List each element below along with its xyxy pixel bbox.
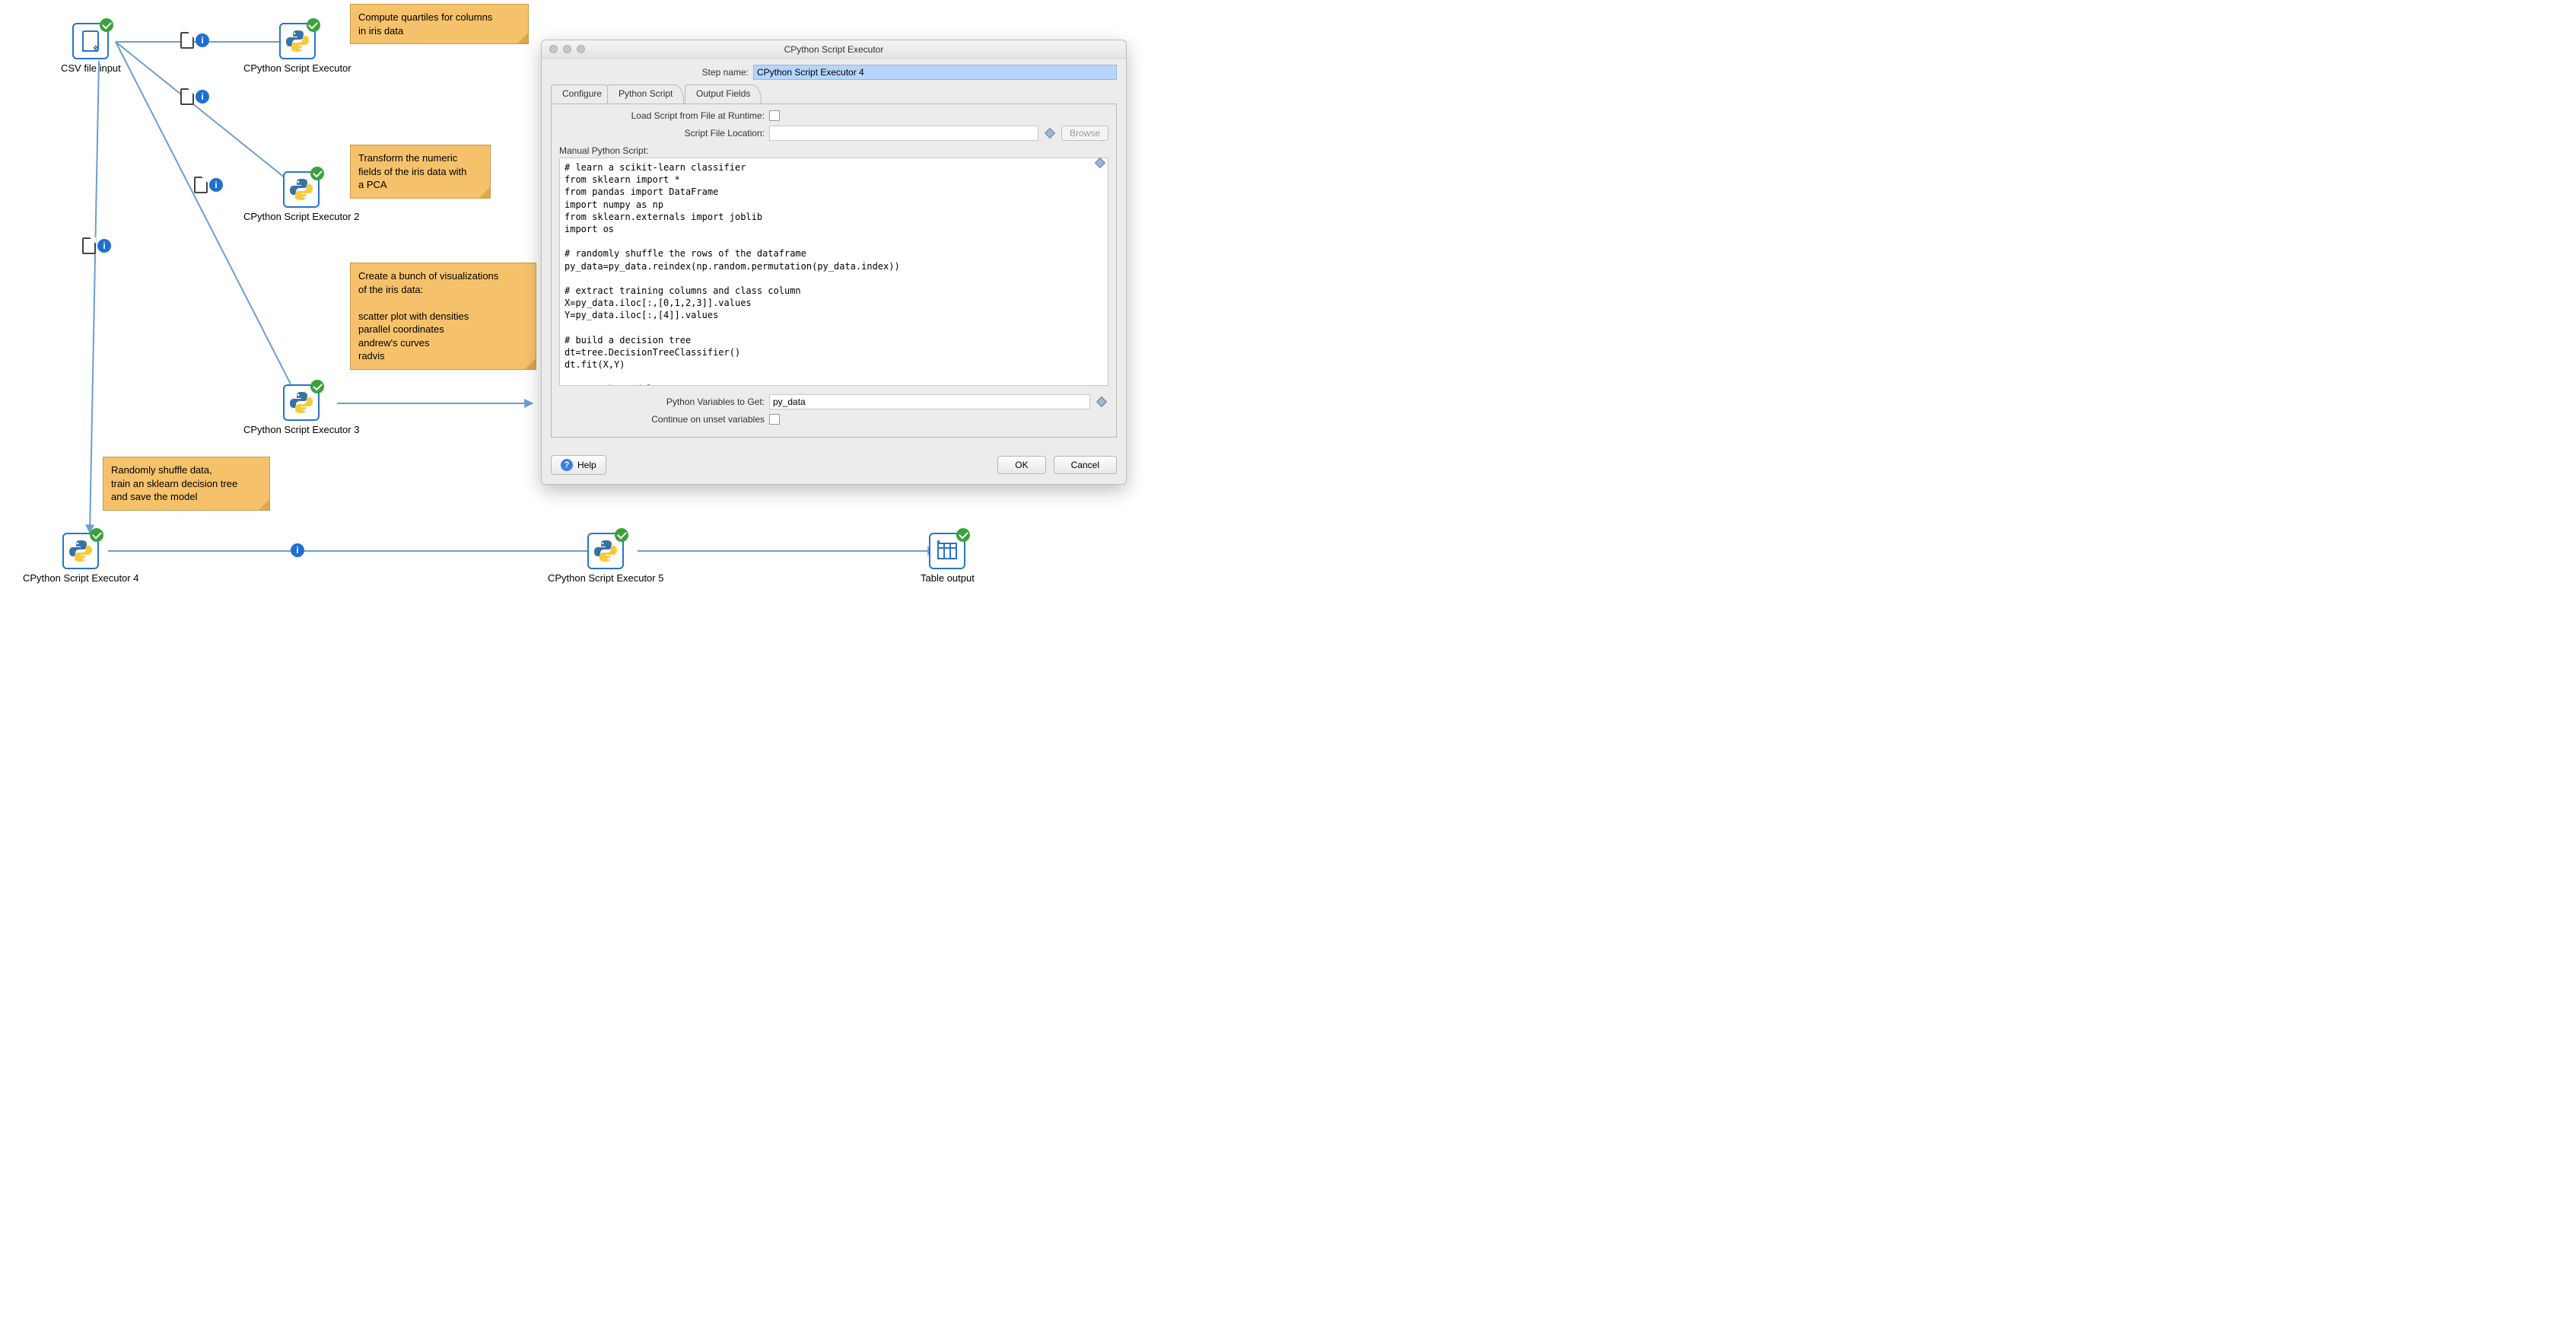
python-icon (283, 171, 320, 208)
node-cpython-executor-2[interactable]: CPython Script Executor 2 (243, 171, 359, 222)
hop-icon[interactable]: i (180, 88, 209, 105)
node-label: CSV file input (61, 62, 121, 74)
variable-picker-icon[interactable] (1045, 128, 1055, 139)
dialog-titlebar[interactable]: CPython Script Executor (542, 40, 1126, 59)
document-icon (82, 237, 96, 254)
document-icon (180, 32, 194, 49)
sticky-note[interactable]: Transform the numeric fields of the iris… (350, 145, 491, 199)
sticky-text: Transform the numeric fields of the iris… (358, 152, 466, 190)
table-icon (929, 533, 965, 569)
node-cpython-executor-5[interactable]: CPython Script Executor 5 (548, 533, 663, 584)
status-ok-icon (310, 380, 324, 393)
python-icon (62, 533, 99, 569)
hop-icon[interactable]: i (291, 543, 304, 557)
node-cpython-executor-3[interactable]: CPython Script Executor 3 (243, 384, 359, 435)
node-table-output[interactable]: Table output (921, 533, 975, 584)
tab-bar: Configure Python Script Output Fields (551, 84, 1117, 104)
sticky-text: Create a bunch of visualizations of the … (358, 270, 498, 361)
tab-python-script[interactable]: Python Script (607, 84, 684, 104)
document-icon (194, 177, 208, 193)
step-name-input[interactable] (753, 65, 1117, 80)
python-icon (279, 23, 316, 59)
load-script-runtime-checkbox[interactable] (769, 110, 780, 121)
hop-icon[interactable]: i (82, 237, 111, 254)
sticky-note[interactable]: Randomly shuffle data, train an sklearn … (103, 457, 270, 511)
step-properties-dialog[interactable]: CPython Script Executor Step name: Confi… (541, 40, 1127, 485)
node-label: CPython Script Executor (243, 62, 351, 74)
step-name-label: Step name: (551, 67, 749, 78)
dialog-footer: ? Help OK Cancel (542, 447, 1126, 484)
variable-picker-icon[interactable] (1096, 397, 1107, 407)
status-ok-icon (615, 528, 628, 542)
info-icon: i (97, 239, 111, 253)
node-label: Table output (921, 572, 975, 584)
info-icon: i (196, 33, 209, 47)
script-file-location-label: Script File Location: (559, 128, 765, 139)
python-vars-get-input[interactable] (769, 394, 1090, 409)
node-label: CPython Script Executor 3 (243, 424, 359, 435)
minimize-icon[interactable] (563, 45, 571, 53)
info-icon: i (291, 543, 304, 557)
browse-button[interactable]: Browse (1061, 126, 1108, 141)
script-file-location-input[interactable] (769, 126, 1038, 141)
document-icon (180, 88, 194, 105)
tab-panel-python-script: Load Script from File at Runtime: Script… (551, 104, 1117, 438)
zoom-icon[interactable] (577, 45, 585, 53)
load-script-runtime-label: Load Script from File at Runtime: (559, 110, 765, 121)
node-label: CPython Script Executor 5 (548, 572, 663, 584)
sticky-note[interactable]: Create a bunch of visualizations of the … (350, 263, 536, 370)
node-label: CPython Script Executor 2 (243, 211, 359, 222)
hop-icon[interactable]: i (180, 32, 209, 49)
info-icon: i (196, 90, 209, 104)
help-button-label: Help (577, 460, 596, 470)
info-icon: i (209, 178, 223, 192)
status-ok-icon (956, 528, 970, 542)
tab-configure[interactable]: Configure (551, 84, 613, 104)
python-vars-get-label: Python Variables to Get: (559, 397, 765, 407)
dialog-title: CPython Script Executor (542, 44, 1126, 55)
window-controls[interactable] (549, 45, 585, 53)
node-label: CPython Script Executor 4 (23, 572, 138, 584)
python-script-textarea[interactable] (559, 158, 1108, 386)
hop-icon[interactable]: i (194, 177, 223, 193)
help-button[interactable]: ? Help (551, 455, 606, 475)
continue-unset-checkbox[interactable] (769, 414, 780, 425)
status-ok-icon (310, 167, 324, 180)
node-csv-file-input[interactable]: CSV file input (61, 23, 121, 74)
cancel-button[interactable]: Cancel (1054, 456, 1117, 474)
close-icon[interactable] (549, 45, 558, 53)
python-icon (587, 533, 624, 569)
status-ok-icon (307, 18, 320, 32)
csv-file-icon (72, 23, 109, 59)
status-ok-icon (90, 528, 103, 542)
tab-output-fields[interactable]: Output Fields (685, 84, 762, 104)
ok-button[interactable]: OK (997, 456, 1045, 474)
node-cpython-executor-4[interactable]: CPython Script Executor 4 (23, 533, 138, 584)
sticky-note[interactable]: Compute quartiles for columns in iris da… (350, 4, 529, 44)
node-cpython-executor-1[interactable]: CPython Script Executor (243, 23, 351, 74)
python-icon (283, 384, 320, 421)
help-icon: ? (561, 459, 573, 471)
manual-script-label: Manual Python Script: (559, 145, 1108, 156)
continue-unset-label: Continue on unset variables (559, 414, 765, 425)
status-ok-icon (100, 18, 113, 32)
sticky-text: Compute quartiles for columns in iris da… (358, 11, 492, 37)
sticky-text: Randomly shuffle data, train an sklearn … (111, 464, 237, 502)
